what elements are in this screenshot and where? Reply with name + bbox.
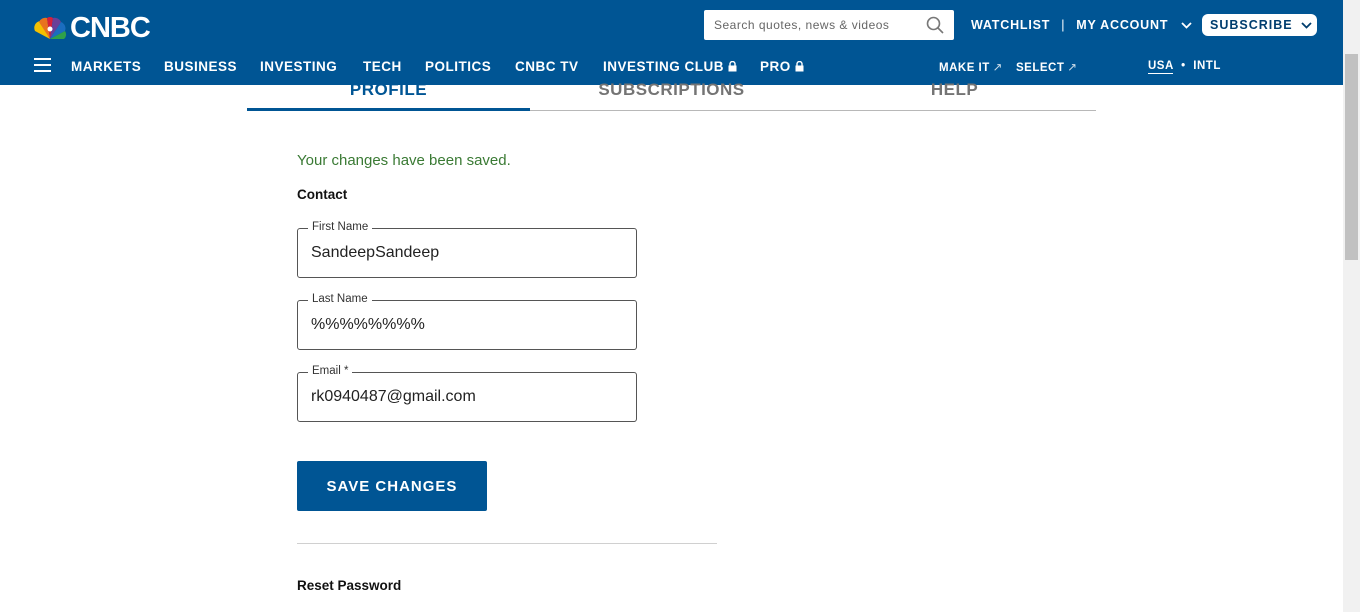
nav-item-investing-club[interactable]: INVESTING CLUB <box>603 59 737 74</box>
edition-separator: • <box>1181 60 1186 72</box>
site-header: CNBC WATCHLIST | MY ACCOUNT SUBSCRIBE MA… <box>0 0 1343 85</box>
search-icon[interactable] <box>926 16 944 34</box>
tab-help[interactable]: HELP <box>813 80 1096 100</box>
account-links: WATCHLIST | MY ACCOUNT <box>971 18 1192 32</box>
lock-icon <box>728 61 737 72</box>
subscribe-label: SUBSCRIBE <box>1210 18 1293 32</box>
account-tabs: PROFILE SUBSCRIPTIONS HELP <box>247 80 1096 111</box>
edition-intl[interactable]: INTL <box>1193 60 1221 72</box>
nav-item-investing[interactable]: INVESTING <box>260 59 337 74</box>
last-name-label: Last Name <box>308 293 372 305</box>
select-link[interactable]: SELECT ↗ <box>1016 60 1078 74</box>
nav-item-tech[interactable]: TECH <box>363 59 402 74</box>
tab-subscriptions[interactable]: SUBSCRIPTIONS <box>530 80 813 100</box>
investing-club-label: INVESTING CLUB <box>603 59 725 74</box>
email-field[interactable]: Email * <box>297 365 637 422</box>
email-label: Email * <box>308 365 353 377</box>
make-it-label: MAKE IT <box>939 62 990 74</box>
reset-password-heading: Reset Password <box>297 578 402 593</box>
watchlist-link[interactable]: WATCHLIST <box>971 18 1050 32</box>
subscribe-button[interactable]: SUBSCRIBE <box>1202 14 1317 36</box>
menu-icon[interactable] <box>34 58 51 72</box>
select-label: SELECT <box>1016 62 1065 74</box>
save-changes-button[interactable]: SAVE CHANGES <box>297 461 487 511</box>
nav-item-business[interactable]: BUSINESS <box>164 59 237 74</box>
email-input[interactable] <box>311 388 611 406</box>
search-box[interactable] <box>704 10 954 40</box>
external-link-icon: ↗ <box>992 62 1003 74</box>
peacock-icon <box>34 16 67 39</box>
nav-item-markets[interactable]: MARKETS <box>71 59 141 74</box>
first-name-label: First Name <box>308 221 373 233</box>
tab-profile[interactable]: PROFILE <box>247 80 530 111</box>
my-account-label: MY ACCOUNT <box>1076 18 1169 32</box>
nav-item-cnbc-tv[interactable]: CNBC TV <box>515 59 579 74</box>
section-divider <box>297 543 717 544</box>
contact-heading: Contact <box>297 187 348 202</box>
main-nav: MARKETS BUSINESS INVESTING TECH POLITICS… <box>0 55 1343 79</box>
success-message: Your changes have been saved. <box>297 152 511 169</box>
edition-usa[interactable]: USA <box>1148 60 1174 74</box>
last-name-field[interactable]: Last Name <box>297 293 637 350</box>
link-separator: | <box>1061 18 1066 32</box>
lock-icon <box>795 61 804 72</box>
logo-text: CNBC <box>70 12 151 44</box>
make-it-link[interactable]: MAKE IT ↗ <box>939 60 1003 74</box>
pro-label: PRO <box>760 59 791 74</box>
external-link-icon: ↗ <box>1067 62 1078 74</box>
chevron-down-icon <box>1180 22 1192 29</box>
chevron-down-icon <box>1300 21 1312 29</box>
my-account-link[interactable]: MY ACCOUNT <box>1076 18 1192 32</box>
first-name-field[interactable]: First Name <box>297 221 637 278</box>
edition-switcher: USA • INTL <box>1148 60 1221 74</box>
first-name-input[interactable] <box>311 244 611 262</box>
cnbc-logo[interactable]: CNBC <box>32 12 151 45</box>
scrollbar-thumb[interactable] <box>1343 52 1360 262</box>
nav-item-politics[interactable]: POLITICS <box>425 59 491 74</box>
nav-item-pro[interactable]: PRO <box>760 59 804 74</box>
search-input[interactable] <box>714 18 914 32</box>
last-name-input[interactable] <box>311 316 611 334</box>
